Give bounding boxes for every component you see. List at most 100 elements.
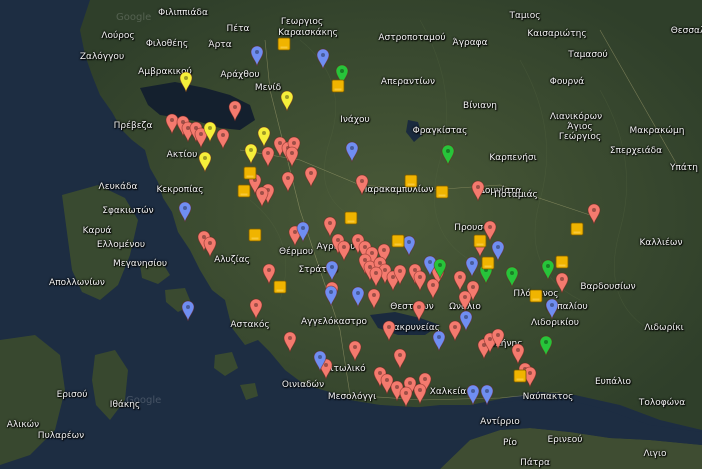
- red-map-pin-icon[interactable]: [367, 288, 381, 310]
- red-map-pin-icon[interactable]: [393, 348, 407, 370]
- orange-square-marker-icon[interactable]: [555, 255, 569, 269]
- blue-map-pin-icon[interactable]: [325, 260, 339, 282]
- place-label: Ποταμιάς: [494, 190, 538, 200]
- red-map-pin-icon[interactable]: [369, 266, 383, 288]
- place-label: Υπάτη: [670, 163, 698, 173]
- yellow-map-pin-icon[interactable]: [280, 90, 294, 112]
- blue-map-pin-icon[interactable]: [459, 310, 473, 332]
- yellow-map-pin-icon[interactable]: [244, 143, 258, 165]
- red-map-pin-icon[interactable]: [216, 128, 230, 150]
- orange-square-marker-icon[interactable]: [435, 185, 449, 199]
- orange-square-marker-icon[interactable]: [248, 228, 262, 242]
- blue-map-pin-icon[interactable]: [432, 330, 446, 352]
- red-map-pin-icon[interactable]: [249, 298, 263, 320]
- red-map-pin-icon[interactable]: [382, 320, 396, 342]
- red-map-pin-icon[interactable]: [412, 300, 426, 322]
- orange-square-marker-icon[interactable]: [273, 280, 287, 294]
- red-map-pin-icon[interactable]: [285, 146, 299, 168]
- green-map-pin-icon[interactable]: [539, 335, 553, 357]
- red-map-pin-icon[interactable]: [283, 331, 297, 353]
- place-label: Αλικών: [6, 420, 40, 430]
- blue-map-pin-icon[interactable]: [466, 384, 480, 406]
- place-label: Ρίο: [503, 438, 517, 448]
- place-label: Τολοφώνα: [638, 398, 686, 408]
- place-label: Κεκροπίας: [156, 185, 204, 195]
- red-map-pin-icon[interactable]: [355, 174, 369, 196]
- red-map-pin-icon[interactable]: [555, 272, 569, 294]
- place-label: Καισαριώτης: [527, 29, 587, 39]
- place-label: Άγιος: [567, 122, 593, 132]
- green-map-pin-icon[interactable]: [505, 266, 519, 288]
- place-label: Φιλιππιάδα: [158, 8, 208, 18]
- orange-square-marker-icon[interactable]: [513, 369, 527, 383]
- blue-map-pin-icon[interactable]: [313, 350, 327, 372]
- place-label: Απεραντίων: [380, 77, 436, 87]
- place-label: Ευπάλιο: [594, 377, 632, 387]
- green-map-pin-icon[interactable]: [433, 258, 447, 280]
- place-label: Βίνιανη: [463, 101, 497, 111]
- blue-map-pin-icon[interactable]: [250, 45, 264, 67]
- place-label: Άρτα: [208, 40, 232, 50]
- place-label: Λιανικόρων: [549, 112, 603, 122]
- orange-square-marker-icon[interactable]: [529, 289, 543, 303]
- blue-map-pin-icon[interactable]: [324, 285, 338, 307]
- blue-map-pin-icon[interactable]: [465, 256, 479, 278]
- place-label: Λούρος: [101, 31, 135, 41]
- orange-square-marker-icon[interactable]: [243, 166, 257, 180]
- orange-square-marker-icon[interactable]: [481, 256, 495, 270]
- orange-square-marker-icon[interactable]: [344, 211, 358, 225]
- blue-map-pin-icon[interactable]: [545, 298, 559, 320]
- yellow-map-pin-icon[interactable]: [257, 126, 271, 148]
- orange-square-marker-icon[interactable]: [570, 222, 584, 236]
- blue-map-pin-icon[interactable]: [480, 384, 494, 406]
- orange-square-marker-icon[interactable]: [473, 234, 487, 248]
- place-label: Λιγιο: [643, 449, 667, 459]
- orange-square-marker-icon[interactable]: [391, 234, 405, 248]
- place-label: Ναύπακτος: [522, 392, 574, 402]
- place-label: Βαρδουσίων: [580, 282, 636, 292]
- red-map-pin-icon[interactable]: [255, 186, 269, 208]
- green-map-pin-icon[interactable]: [441, 144, 455, 166]
- orange-square-marker-icon[interactable]: [237, 184, 251, 198]
- red-map-pin-icon[interactable]: [281, 171, 295, 193]
- orange-square-marker-icon[interactable]: [277, 37, 291, 51]
- place-label: Αστροποταμού: [378, 33, 446, 43]
- red-map-pin-icon[interactable]: [491, 328, 505, 350]
- green-map-pin-icon[interactable]: [541, 259, 555, 281]
- place-label: Πέτα: [226, 24, 250, 34]
- place-label: Μενίδ: [254, 83, 282, 93]
- red-map-pin-icon[interactable]: [413, 383, 427, 405]
- place-label: Παρακαμπυλίων: [360, 185, 434, 195]
- yellow-map-pin-icon[interactable]: [198, 151, 212, 173]
- blue-map-pin-icon[interactable]: [296, 221, 310, 243]
- place-label: Αράχθου: [220, 70, 260, 80]
- red-map-pin-icon[interactable]: [261, 146, 275, 168]
- place-label: Άγραφα: [452, 38, 488, 48]
- yellow-map-pin-icon[interactable]: [179, 71, 193, 93]
- blue-map-pin-icon[interactable]: [345, 141, 359, 163]
- red-map-pin-icon[interactable]: [587, 203, 601, 225]
- place-label: Καλλιέων: [639, 238, 683, 248]
- blue-map-pin-icon[interactable]: [181, 300, 195, 322]
- red-map-pin-icon[interactable]: [399, 386, 413, 408]
- blue-map-pin-icon[interactable]: [351, 286, 365, 308]
- yellow-map-pin-icon[interactable]: [203, 121, 217, 143]
- red-map-pin-icon[interactable]: [228, 100, 242, 122]
- place-label: Ερινεού: [547, 435, 583, 445]
- map-view[interactable]: Φιλιππιάδα Πέτα Γεωργιος Καραισκάκης Ταμιος Θ…: [0, 0, 702, 469]
- red-map-pin-icon[interactable]: [393, 264, 407, 286]
- blue-map-pin-icon[interactable]: [178, 201, 192, 223]
- red-map-pin-icon[interactable]: [458, 290, 472, 312]
- place-label: Ακτίου: [166, 150, 198, 160]
- red-map-pin-icon[interactable]: [348, 340, 362, 362]
- red-map-pin-icon[interactable]: [471, 180, 485, 202]
- red-map-pin-icon[interactable]: [304, 166, 318, 188]
- place-label: Θέρμου: [278, 247, 314, 257]
- blue-map-pin-icon[interactable]: [316, 48, 330, 70]
- place-label: Φιλοθέης: [145, 39, 189, 49]
- orange-square-marker-icon[interactable]: [404, 174, 418, 188]
- red-map-pin-icon[interactable]: [426, 278, 440, 300]
- red-map-pin-icon[interactable]: [337, 240, 351, 262]
- orange-square-marker-icon[interactable]: [331, 79, 345, 93]
- red-map-pin-icon[interactable]: [203, 236, 217, 258]
